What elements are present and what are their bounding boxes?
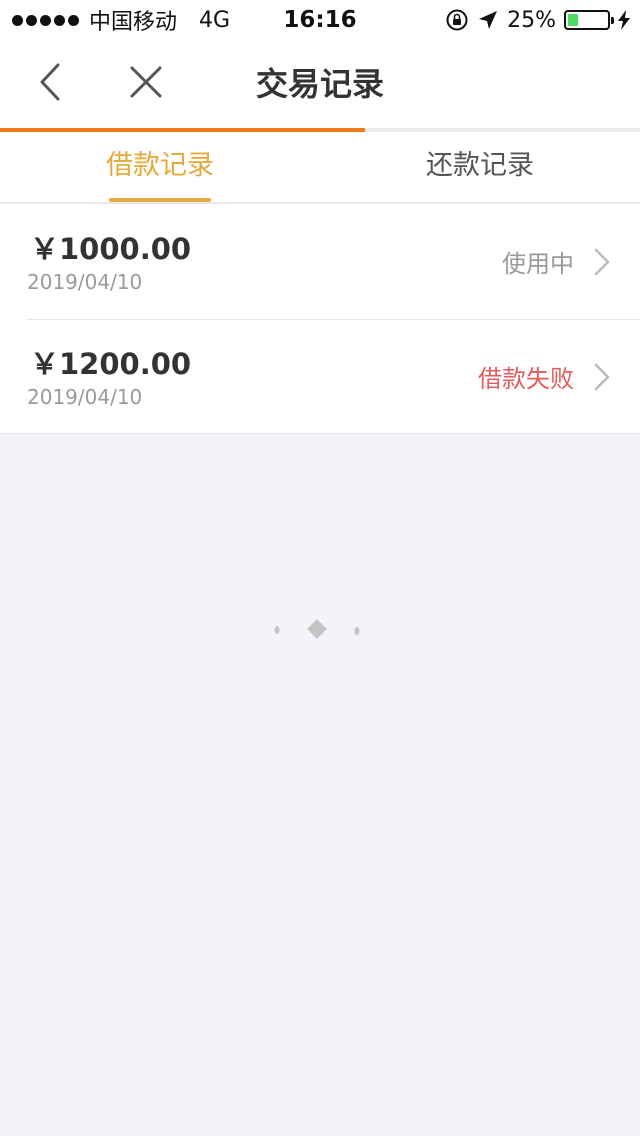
back-button[interactable] bbox=[26, 58, 74, 106]
record-status: 借款失败 bbox=[478, 365, 574, 393]
battery-percent: 25% bbox=[507, 7, 556, 33]
tab-label: 还款记录 bbox=[426, 150, 534, 181]
location-arrow-icon bbox=[479, 11, 498, 29]
list-item[interactable]: ￥1000.00 2019/04/10 使用中 bbox=[0, 204, 640, 319]
signal-strength-icon bbox=[12, 14, 79, 26]
charging-bolt-icon bbox=[618, 10, 630, 30]
record-date: 2019/04/10 bbox=[27, 385, 143, 409]
record-amount: ￥1200.00 bbox=[30, 347, 192, 381]
record-status: 使用中 bbox=[502, 250, 574, 278]
tab-repayment-records[interactable]: 还款记录 bbox=[320, 132, 640, 202]
status-bar: 中国移动 4G 16:16 25% bbox=[0, 0, 640, 40]
status-right: 25% bbox=[445, 0, 630, 40]
close-button[interactable] bbox=[120, 58, 172, 106]
battery-fill bbox=[568, 14, 578, 26]
chevron-right-icon bbox=[594, 248, 610, 276]
rotation-lock-icon bbox=[446, 9, 468, 31]
tab-label: 借款记录 bbox=[106, 150, 214, 181]
chevron-right-icon bbox=[594, 363, 610, 391]
tab-borrow-records[interactable]: 借款记录 bbox=[0, 132, 320, 202]
battery-icon bbox=[564, 10, 614, 30]
record-tabs: 借款记录 还款记录 bbox=[0, 132, 640, 204]
screen: 中国移动 4G 16:16 25% 交易记录 借款记录 还款记录 ￥1000.0… bbox=[0, 0, 640, 1136]
network-type: 4G bbox=[199, 7, 231, 33]
navigation-bar: 交易记录 bbox=[0, 40, 640, 128]
loan-record-list: ￥1000.00 2019/04/10 使用中 ￥1200.00 2019/04… bbox=[0, 204, 640, 434]
close-icon bbox=[130, 66, 162, 98]
active-tab-indicator bbox=[109, 198, 211, 202]
record-date: 2019/04/10 bbox=[27, 270, 143, 294]
list-item[interactable]: ￥1200.00 2019/04/10 借款失败 bbox=[0, 319, 640, 434]
loading-spinner-icon bbox=[274, 619, 360, 639]
chevron-left-icon bbox=[40, 63, 60, 101]
record-amount: ￥1000.00 bbox=[30, 232, 192, 266]
page-title: 交易记录 bbox=[255, 65, 384, 103]
carrier-name: 中国移动 bbox=[89, 10, 178, 35]
status-left: 中国移动 4G bbox=[12, 0, 230, 40]
